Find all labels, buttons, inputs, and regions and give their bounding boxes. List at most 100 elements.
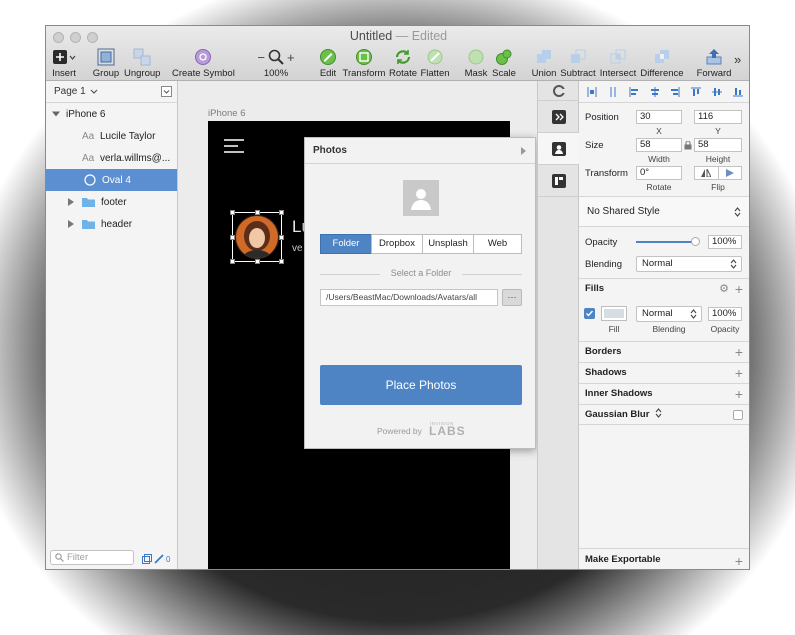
rotate-button[interactable]: Rotate <box>388 46 418 79</box>
group-label: Group <box>92 68 120 79</box>
inner-shadows-section-header[interactable]: Inner Shadows + <box>579 383 749 404</box>
union-button[interactable]: Union <box>529 46 559 79</box>
resize-handle[interactable] <box>279 210 284 215</box>
updown-chevron-icon[interactable] <box>655 408 662 418</box>
resize-handle[interactable] <box>230 259 235 264</box>
add-shadow-icon[interactable]: + <box>735 363 743 383</box>
intersect-button[interactable]: Intersect <box>598 46 638 79</box>
layer-artboard[interactable]: iPhone 6 <box>46 103 177 125</box>
zoom-in-icon[interactable]: + <box>287 50 295 65</box>
updown-chevron-icon <box>734 207 741 217</box>
group-button[interactable]: Group <box>91 46 121 79</box>
collapse-pages-icon[interactable] <box>161 86 172 97</box>
chevron-right-icon[interactable] <box>521 147 527 155</box>
fill-opacity-field[interactable]: 100% <box>708 307 742 321</box>
data-plugin-button[interactable] <box>538 165 579 197</box>
width-field[interactable]: 58 <box>636 138 682 152</box>
flatten-button[interactable]: Flatten <box>419 46 451 79</box>
gear-icon[interactable]: ⚙ <box>719 279 729 299</box>
tab-dropbox[interactable]: Dropbox <box>371 234 423 254</box>
layer-text-name[interactable]: Aa Lucile Taylor <box>46 125 177 147</box>
opacity-slider-track[interactable] <box>636 237 700 246</box>
y-field[interactable]: 116 <box>694 110 742 124</box>
x-field[interactable]: 30 <box>636 110 682 124</box>
zoom-out-icon[interactable]: − <box>257 50 265 65</box>
slice-filter-icon[interactable] <box>154 554 164 564</box>
borders-section-header[interactable]: Borders + <box>579 341 749 362</box>
place-photos-button[interactable]: Place Photos <box>320 365 522 405</box>
shadows-section-header[interactable]: Shadows + <box>579 362 749 383</box>
transform-button[interactable]: Transform <box>342 46 386 79</box>
add-border-icon[interactable]: + <box>735 342 743 362</box>
disclosure-closed-icon[interactable] <box>68 220 74 228</box>
symbol-icon <box>195 49 211 65</box>
gaussian-blur-section-header[interactable]: Gaussian Blur <box>579 404 749 425</box>
align-middle-icon[interactable] <box>711 87 722 97</box>
layer-text-email[interactable]: Aa verla.willms@... <box>46 147 177 169</box>
edit-button[interactable]: Edit <box>316 46 340 79</box>
distribute-horizontal-icon[interactable] <box>587 86 597 97</box>
zoom-control[interactable]: − + 100% <box>251 46 301 80</box>
create-symbol-button[interactable]: Create Symbol <box>172 46 235 79</box>
folder-path-field[interactable]: /Users/BeastMac/Downloads/Avatars/all <box>320 289 498 306</box>
page-selector[interactable]: Page 1 <box>46 81 177 103</box>
artboard-title[interactable]: iPhone 6 <box>208 108 246 119</box>
resize-handle[interactable] <box>279 259 284 264</box>
symbols-filter-icon[interactable] <box>142 554 152 564</box>
more-tools-icon[interactable]: » <box>734 52 741 67</box>
resize-handle[interactable] <box>255 259 260 264</box>
align-left-icon[interactable] <box>629 86 639 97</box>
duplicate-plugin-button[interactable] <box>538 101 579 133</box>
browse-folder-button[interactable]: ··· <box>502 289 522 306</box>
add-export-icon[interactable]: + <box>735 550 743 569</box>
lock-icon[interactable] <box>684 141 692 150</box>
add-inner-shadow-icon[interactable]: + <box>735 384 743 404</box>
ungroup-button[interactable]: Ungroup <box>124 46 160 79</box>
height-field[interactable]: 58 <box>694 138 742 152</box>
scale-button[interactable]: Scale <box>491 46 517 79</box>
forward-button[interactable]: Forward <box>696 46 732 79</box>
tab-unsplash[interactable]: Unsplash <box>422 234 474 254</box>
align-top-icon[interactable] <box>691 87 702 97</box>
shared-style-selector[interactable]: No Shared Style <box>579 196 749 227</box>
subtract-button[interactable]: Subtract <box>560 46 596 79</box>
fill-blending-select[interactable]: Normal <box>636 306 702 322</box>
blending-select[interactable]: Normal <box>636 256 742 272</box>
fill-color-well[interactable] <box>601 306 627 321</box>
resize-handle[interactable] <box>255 210 260 215</box>
tab-folder[interactable]: Folder <box>320 234 372 254</box>
fills-section-header[interactable]: Fills ⚙ + <box>579 278 749 299</box>
layer-oval[interactable]: Oval 4 <box>46 169 177 191</box>
resize-handle[interactable] <box>230 235 235 240</box>
tab-web[interactable]: Web <box>473 234 522 254</box>
align-center-icon[interactable] <box>650 86 660 97</box>
craft-logo-button[interactable] <box>538 81 579 101</box>
difference-button[interactable]: Difference <box>640 46 684 79</box>
make-exportable-section[interactable]: Make Exportable + <box>579 548 749 569</box>
photos-plugin-button[interactable] <box>538 133 579 165</box>
mask-button[interactable]: Mask <box>463 46 489 79</box>
filter-input[interactable]: Filter <box>50 550 134 565</box>
opacity-field[interactable]: 100% <box>708 235 742 249</box>
blur-enabled-checkbox[interactable] <box>733 410 743 420</box>
resize-handle[interactable] <box>279 235 284 240</box>
rotate-field[interactable]: 0° <box>636 166 682 180</box>
layer-group-footer[interactable]: footer <box>46 191 177 213</box>
profile-email-text[interactable]: ve <box>292 243 303 254</box>
layer-group-header[interactable]: header <box>46 213 177 235</box>
fill-enabled-checkbox[interactable] <box>584 308 595 319</box>
ungroup-icon <box>133 48 151 66</box>
insert-button[interactable]: Insert <box>50 46 78 79</box>
align-bottom-icon[interactable] <box>732 87 743 97</box>
flip-horizontal-button[interactable] <box>695 167 719 179</box>
disclosure-open-icon[interactable] <box>52 110 60 118</box>
distribute-vertical-icon[interactable] <box>608 86 618 97</box>
opacity-slider-knob[interactable] <box>691 237 700 246</box>
align-right-icon[interactable] <box>670 86 680 97</box>
flip-vertical-button[interactable] <box>719 167 742 179</box>
toolbar: Untitled — Edited Insert Group Ungroup C… <box>46 26 749 81</box>
add-fill-icon[interactable]: + <box>735 279 743 299</box>
resize-handle[interactable] <box>230 210 235 215</box>
avatar-selection[interactable] <box>230 210 284 264</box>
disclosure-closed-icon[interactable] <box>68 198 74 206</box>
